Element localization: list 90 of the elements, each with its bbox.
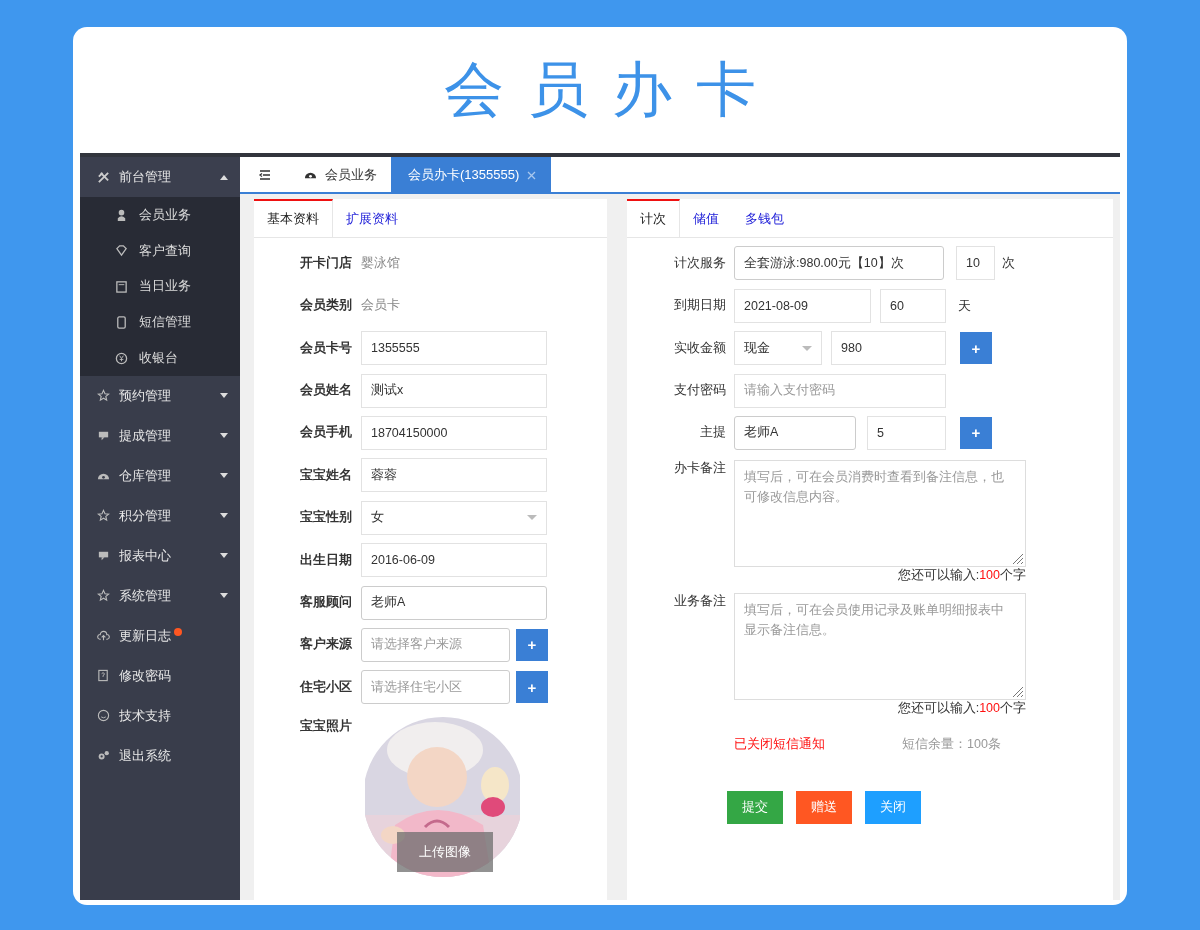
- star-icon: [97, 589, 110, 603]
- unit-label: 天: [958, 296, 971, 315]
- menu-item[interactable]: 预约管理: [80, 376, 240, 416]
- field-label: 业务备注: [673, 592, 727, 610]
- field-label: 会员姓名: [299, 382, 353, 400]
- caret-icon: [220, 393, 228, 399]
- input-field[interactable]: 2021-08-09: [734, 288, 871, 323]
- field-label: 计次服务: [673, 254, 727, 272]
- input-field[interactable]: 980: [831, 331, 946, 366]
- tab[interactable]: 会员业务: [290, 157, 391, 192]
- field-label: 到期日期: [673, 297, 727, 315]
- input-field[interactable]: 老师A: [361, 585, 547, 620]
- menu-item[interactable]: 仓库管理: [80, 456, 240, 496]
- add-button[interactable]: +: [960, 416, 992, 449]
- gem-icon: [115, 244, 128, 258]
- submenu-item[interactable]: 客户查询: [80, 232, 240, 269]
- form-tab[interactable]: 计次: [627, 199, 680, 237]
- input-field[interactable]: 测试x: [361, 373, 547, 408]
- submenu-item[interactable]: 收银台: [80, 340, 240, 376]
- field-label: 宝宝性别: [299, 509, 353, 527]
- field-label: 会员手机: [299, 424, 353, 442]
- document-icon: [97, 669, 110, 683]
- star-icon: [97, 389, 110, 403]
- submenu-item[interactable]: 当日业务: [80, 268, 240, 305]
- sms-status: 已关闭短信通知: [734, 735, 826, 753]
- field-label: 实收金额: [673, 339, 727, 357]
- character-counter: 您还可以输入:100个字: [896, 566, 1026, 583]
- tools-icon: [97, 170, 110, 184]
- caret-icon: [220, 513, 228, 519]
- form-tab[interactable]: 多钱包: [732, 199, 797, 237]
- field-label: 开卡门店: [299, 254, 353, 272]
- field-label: 客户来源: [299, 636, 353, 654]
- add-button[interactable]: +: [960, 332, 992, 365]
- field-label: 住宅小区: [298, 678, 353, 696]
- caret-icon: [220, 593, 228, 599]
- caret-icon: [220, 174, 228, 180]
- field-label: 宝宝姓名: [299, 466, 353, 484]
- tab[interactable]: 会员办卡(1355555): [391, 157, 552, 192]
- menu-icon[interactable]: [258, 167, 272, 182]
- caret-icon: [220, 553, 228, 559]
- menu-item[interactable]: 积分管理: [80, 496, 240, 536]
- input-field[interactable]: 60: [880, 288, 946, 323]
- field-label: 办卡备注: [673, 459, 727, 477]
- submenu-item[interactable]: 会员业务: [80, 197, 240, 233]
- page-title: 会员办卡: [443, 54, 781, 125]
- input-field[interactable]: 18704150000: [361, 415, 547, 450]
- form-tab[interactable]: 扩展资料: [333, 199, 411, 237]
- calendar-icon: [115, 280, 128, 293]
- input-field[interactable]: 老师A: [734, 415, 856, 450]
- character-counter: 您还可以输入:100个字: [896, 699, 1026, 716]
- upload-button[interactable]: 上传图像: [397, 832, 493, 873]
- select-field[interactable]: 现金: [734, 331, 822, 366]
- field-label: 支付密码: [673, 382, 727, 400]
- field-value: 婴泳馆: [361, 254, 400, 272]
- field-label: 宝宝照片: [299, 718, 353, 736]
- menu-item[interactable]: 退出系统: [80, 736, 240, 776]
- field-label: 客服顾问: [299, 594, 353, 611]
- cloud-upload-icon: [97, 629, 110, 643]
- menu-item[interactable]: 报表中心: [80, 536, 240, 576]
- field-label: 出生日期: [299, 551, 353, 569]
- field-label: 会员卡号: [299, 339, 353, 357]
- select-field[interactable]: 女: [361, 500, 547, 535]
- menu-item[interactable]: 系统管理: [80, 576, 240, 616]
- menu-item[interactable]: 更新日志: [80, 616, 240, 656]
- field-label: 会员类别: [299, 297, 353, 315]
- caret-icon: [220, 473, 228, 479]
- unit-label: 次: [1002, 254, 1015, 273]
- phone-icon: [115, 315, 128, 329]
- select-field[interactable]: 全套游泳:980.00元【10】次: [734, 246, 944, 281]
- star-icon: [97, 509, 110, 523]
- person-icon: [115, 208, 128, 222]
- input-field[interactable]: 1355555: [361, 331, 547, 366]
- menu-item[interactable]: 技术支持: [80, 696, 240, 736]
- field-label: 主提: [699, 424, 727, 442]
- yen-icon: [115, 351, 128, 365]
- add-button[interactable]: +: [516, 671, 548, 704]
- smiley-icon: [97, 709, 110, 723]
- add-button[interactable]: +: [516, 628, 548, 661]
- field-value: 会员卡: [361, 297, 400, 315]
- submenu-item[interactable]: 短信管理: [80, 304, 240, 341]
- menu-item[interactable]: 提成管理: [80, 416, 240, 456]
- input-field[interactable]: 5: [867, 415, 946, 450]
- form-tab[interactable]: 基本资料: [254, 199, 333, 237]
- input-field[interactable]: 2016-06-09: [361, 543, 547, 578]
- form-tab[interactable]: 储值: [680, 199, 732, 237]
- menu-item[interactable]: 修改密码: [80, 656, 240, 696]
- sms-balance: 短信余量：100条: [902, 735, 1001, 753]
- input-field[interactable]: 10: [956, 246, 995, 281]
- input-field[interactable]: 蓉蓉: [361, 458, 547, 493]
- caret-icon: [220, 433, 228, 439]
